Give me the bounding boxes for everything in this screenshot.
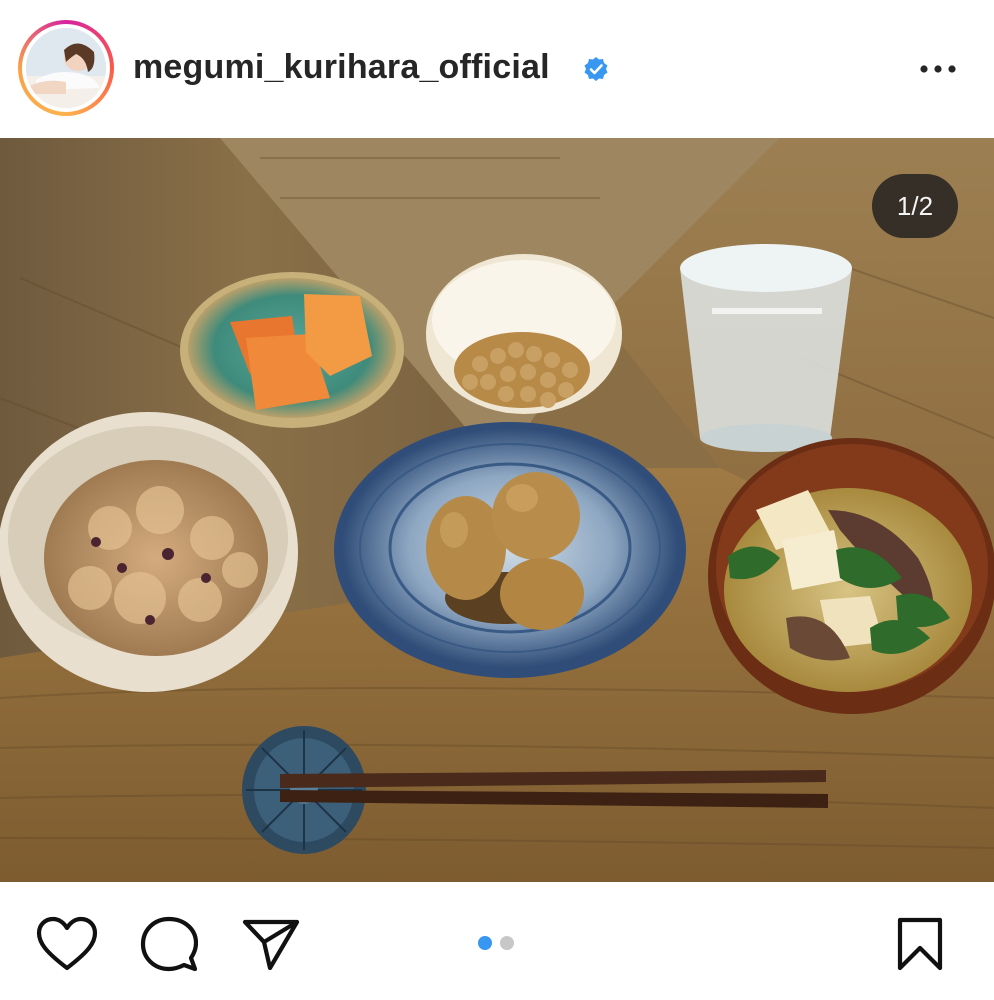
more-options-icon[interactable] (916, 54, 960, 84)
story-ring[interactable] (18, 20, 114, 116)
carousel-dot-active (478, 936, 492, 950)
avatar[interactable] (26, 28, 106, 108)
carousel-counter: 1/2 (872, 174, 958, 238)
verified-badge-icon (584, 57, 608, 81)
carousel-indicator (478, 936, 514, 952)
avatar-image (26, 28, 106, 108)
comment-bubble-icon[interactable] (140, 916, 198, 974)
food-photo-image (0, 138, 994, 882)
carousel-dot-inactive (500, 936, 514, 950)
post-header: megumi_kurihara_official (0, 0, 994, 138)
avatar-frame (22, 24, 110, 112)
username[interactable]: megumi_kurihara_official (133, 48, 550, 87)
paper-plane-icon[interactable] (242, 918, 300, 972)
post-photo[interactable] (0, 138, 994, 882)
heart-icon[interactable] (36, 916, 98, 972)
bookmark-icon[interactable] (896, 916, 944, 972)
